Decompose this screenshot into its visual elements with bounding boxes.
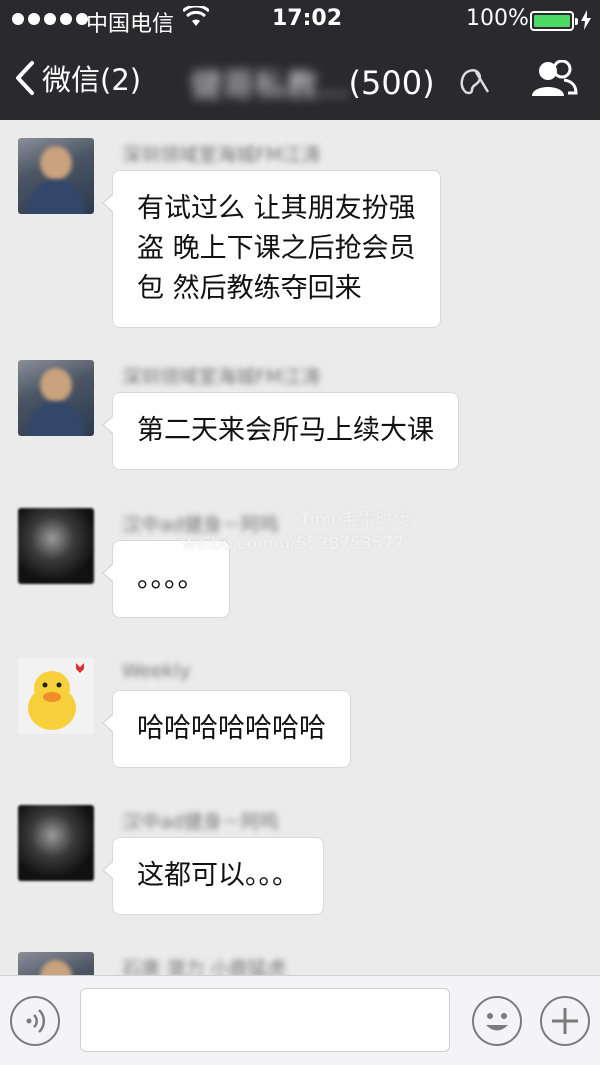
member-count: (500): [348, 64, 435, 102]
watermark-line: Time毛雷时代: [300, 510, 410, 530]
message-input[interactable]: [80, 988, 450, 1052]
voice-icon: [26, 1009, 46, 1033]
sender-name: 石唐 潜力 小鹿猛虎: [122, 958, 287, 975]
signal-strength-icon: [12, 13, 88, 25]
message-bubble[interactable]: 哈哈哈哈哈哈哈: [102, 690, 351, 768]
duck-icon: [28, 663, 84, 730]
watermark: Time毛雷时代 weibo.com/u/5538753577: [182, 508, 410, 556]
top-bar: 中国电信 17:02 100% 微信(2) 健哥私教... (500): [0, 0, 600, 120]
group-members-icon[interactable]: [530, 60, 578, 98]
more-button[interactable]: [540, 996, 590, 1046]
message-bubble[interactable]: 有试过么 让其朋友扮强 盗 晚上下课之后抢会员 包 然后教练夺回来: [102, 170, 441, 328]
emoji-icon: [486, 1013, 508, 1031]
avatar[interactable]: [18, 658, 94, 734]
wifi-icon: [183, 6, 209, 26]
earpiece-muted-icon: [460, 69, 490, 95]
charging-icon: [581, 10, 591, 30]
status-time: 17:02: [272, 6, 343, 31]
message-bubble[interactable]: 这都可以。。。: [102, 837, 324, 915]
input-bar: [0, 975, 600, 1065]
voice-button[interactable]: [10, 996, 60, 1046]
message-bubble[interactable]: 第二天来会所马上续大课: [102, 392, 459, 470]
carrier-name: 中国电信: [86, 12, 175, 37]
chat-title: 健哥私教... (500): [190, 60, 435, 106]
avatar[interactable]: [18, 952, 94, 975]
battery-icon: [530, 11, 578, 31]
battery-percent: 100%: [466, 6, 529, 31]
back-chevron-icon: [16, 61, 34, 95]
emoji-button[interactable]: [472, 996, 522, 1046]
avatar[interactable]: [18, 138, 94, 214]
sender-name: 深圳领域室海城FM江涛: [122, 366, 321, 388]
back-button[interactable]: 微信(2): [14, 56, 141, 100]
chat-area[interactable]: 深圳领域室海城FM江涛 有试过么 让其朋友扮强 盗 晚上下课之后抢会员 包 然后…: [0, 120, 600, 975]
nav-bar: 微信(2) 健哥私教... (500): [0, 38, 600, 120]
sender-name: 深圳领域室海城FM江涛: [122, 144, 321, 166]
group-name: 健哥私教...: [190, 66, 349, 104]
avatar[interactable]: [18, 360, 94, 436]
avatar[interactable]: [18, 508, 94, 584]
back-label: 微信(2): [42, 63, 142, 97]
avatar[interactable]: [18, 805, 94, 881]
plus-icon: [552, 1008, 578, 1034]
watermark-line: weibo.com/u/5538753577: [182, 534, 405, 554]
sender-name: 汉中ad健身－阿鸣: [122, 811, 279, 833]
status-bar: 中国电信 17:02 100%: [0, 0, 600, 38]
sender-name: Weekly: [122, 660, 191, 682]
